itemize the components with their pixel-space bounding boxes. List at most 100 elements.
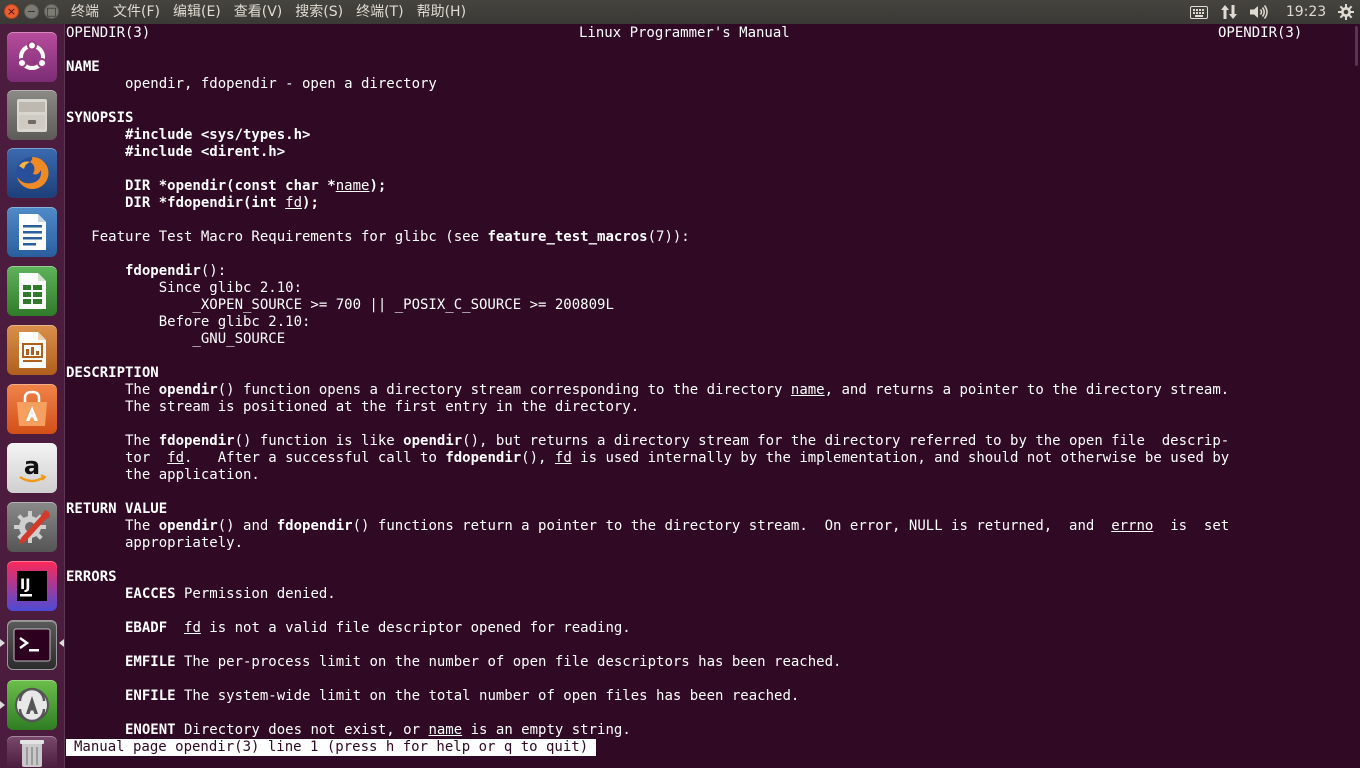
- window-minimize-button[interactable]: −: [24, 4, 39, 19]
- include-dirent: #include <dirent.h>: [66, 144, 286, 160]
- decl-fdopendir: DIR *fdopendir(int fd);: [66, 195, 319, 212]
- description-line: the application.: [66, 467, 260, 483]
- text: is set: [1153, 518, 1230, 534]
- launcher-intellij[interactable]: IJ: [7, 561, 57, 611]
- launcher-dash[interactable]: [7, 32, 57, 82]
- error-eacces: EACCES Permission denied.: [66, 586, 336, 603]
- decl-text: DIR *opendir(const char *: [66, 178, 336, 194]
- terminal-window[interactable]: OPENDIR(3) Linux Programmer's Manual OPE…: [65, 24, 1360, 768]
- opendir-ref: opendir: [158, 518, 218, 534]
- top-panel: × − □ 终端 文件(F) 编辑(E) 查看(V) 搜索(S) 终端(T) 帮…: [0, 0, 1360, 24]
- menu-file[interactable]: 文件(F): [113, 0, 160, 24]
- opendir-ref: opendir: [403, 433, 463, 449]
- text: () functions return a pointer to the dir…: [352, 518, 1112, 534]
- launcher-software-updater[interactable]: [7, 680, 57, 730]
- scrollbar[interactable]: [1355, 26, 1358, 66]
- section-heading-errors: ERRORS: [66, 569, 117, 585]
- active-window-indicator-icon: [0, 639, 5, 647]
- error-code: EMFILE: [66, 654, 176, 670]
- window-maximize-button[interactable]: □: [44, 4, 59, 19]
- error-code: EACCES: [66, 586, 176, 602]
- launcher-firefox[interactable]: [7, 148, 57, 198]
- text: Feature Test Macro Requirements for glib…: [66, 229, 488, 245]
- launcher-writer[interactable]: [7, 207, 57, 257]
- text: (7)):: [647, 229, 690, 245]
- before-glibc: Before glibc 2.10:: [66, 314, 311, 330]
- man-header-left: OPENDIR(3): [66, 25, 151, 41]
- fdopendir-ref: fdopendir: [276, 518, 353, 534]
- window-close-button[interactable]: ×: [4, 4, 19, 19]
- file-cabinet-icon: [17, 99, 47, 132]
- firefox-icon: [16, 156, 49, 189]
- error-code: ENOENT: [66, 722, 176, 738]
- return-value-line: The opendir() and fdopendir() functions …: [66, 518, 1229, 535]
- keyboard-icon[interactable]: [1188, 0, 1210, 24]
- include-sys-types: #include <sys/types.h>: [66, 127, 311, 143]
- error-ebadf: EBADF fd is not a valid file descriptor …: [66, 620, 631, 637]
- impress-presentation-icon: [19, 332, 46, 368]
- pager-status-line: Manual page opendir(3) line 1 (press h f…: [66, 739, 597, 756]
- text: () function opens a directory stream cor…: [217, 382, 791, 398]
- menu-view[interactable]: 查看(V): [234, 0, 283, 24]
- error-text: Directory does not exist, or: [175, 722, 429, 738]
- error-code: ENFILE: [66, 688, 176, 704]
- error-text: The per-process limit on the number of o…: [175, 654, 842, 670]
- section-heading-description: DESCRIPTION: [66, 365, 159, 381]
- text: The: [66, 518, 159, 534]
- launcher-trash[interactable]: [7, 736, 57, 768]
- svg-text:a: a: [24, 452, 40, 480]
- section-heading-name: NAME: [66, 59, 100, 75]
- menu-terminal[interactable]: 终端(T): [356, 0, 403, 24]
- launcher: a IJ: [0, 24, 65, 768]
- fdopendir-macro-line: fdopendir():: [66, 263, 226, 280]
- feature-test-line: Feature Test Macro Requirements for glib…: [66, 229, 690, 246]
- before-glibc-value: _GNU_SOURCE: [66, 331, 286, 347]
- error-code: EBADF: [66, 620, 168, 636]
- calc-spreadsheet-icon: [19, 273, 46, 309]
- gear-icon[interactable]: [1336, 0, 1356, 24]
- menu-edit[interactable]: 编辑(E): [173, 0, 221, 24]
- launcher-impress[interactable]: [7, 325, 57, 375]
- software-updater-icon: [15, 687, 49, 723]
- arg-fd: fd: [554, 450, 572, 466]
- indicator-area: 19:23: [1180, 0, 1360, 24]
- description-line: The stream is positioned at the first en…: [66, 399, 640, 415]
- fdopendir-ref: fdopendir: [158, 433, 235, 449]
- error-emfile: EMFILE The per-process limit on the numb…: [66, 654, 841, 671]
- section-heading-return-value: RETURN VALUE: [66, 501, 168, 517]
- errno-ref: errno: [1111, 518, 1154, 534]
- focused-app-arrow-icon: [59, 639, 64, 647]
- error-text: Permission denied.: [175, 586, 336, 602]
- text: . After a successful call to: [184, 450, 446, 466]
- arg-name: name: [335, 178, 370, 194]
- error-enfile: ENFILE The system-wide limit on the tota…: [66, 688, 799, 705]
- menu-search[interactable]: 搜索(S): [295, 0, 343, 24]
- text: (), but returns a directory stream for t…: [462, 433, 1230, 449]
- clock[interactable]: 19:23: [1281, 0, 1331, 24]
- launcher-calc[interactable]: [7, 266, 57, 316]
- arg-fd: fd: [167, 450, 185, 466]
- since-glibc-value: _XOPEN_SOURCE >= 700 || _POSIX_C_SOURCE …: [66, 297, 614, 313]
- amazon-icon: a: [19, 452, 47, 483]
- network-arrows-icon[interactable]: [1218, 0, 1240, 24]
- shopping-bag-icon: [17, 390, 47, 426]
- volume-icon[interactable]: [1247, 0, 1271, 24]
- error-text: is an empty string.: [462, 722, 631, 738]
- trash-icon: [20, 740, 44, 767]
- launcher-terminal[interactable]: [7, 620, 57, 670]
- arg-fd: fd: [285, 195, 303, 211]
- launcher-software-center[interactable]: [7, 384, 57, 434]
- text: () and: [217, 518, 277, 534]
- since-glibc: Since glibc 2.10:: [66, 280, 303, 296]
- text: The: [66, 433, 159, 449]
- launcher-files[interactable]: [7, 90, 57, 140]
- launcher-system-settings[interactable]: [7, 502, 57, 552]
- terminal-icon: [13, 628, 51, 662]
- text: (),: [521, 450, 555, 466]
- opendir-ref: opendir: [158, 382, 218, 398]
- text: ():: [200, 263, 227, 279]
- menu-help[interactable]: 帮助(H): [417, 0, 466, 24]
- fdopendir-ref: fdopendir: [445, 450, 522, 466]
- settings-wrench-icon: [14, 510, 50, 544]
- launcher-amazon[interactable]: a: [7, 443, 57, 493]
